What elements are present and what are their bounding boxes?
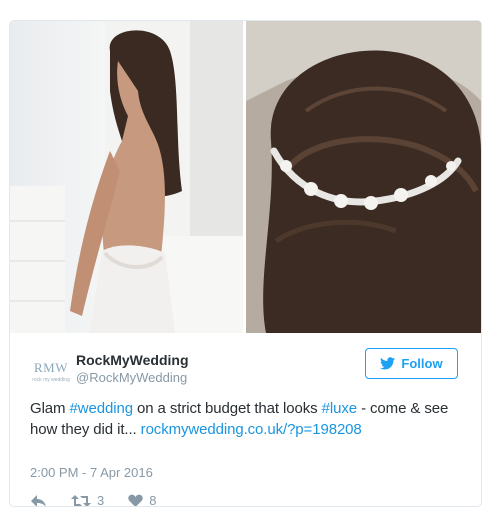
- tweet-text-part-1: Glam: [30, 400, 70, 417]
- tweet-card: RMW rock my wedding RockMyWedding @RockM…: [9, 20, 482, 507]
- hashtag-wedding-link[interactable]: #wedding: [70, 400, 134, 417]
- hashtag-luxe-link[interactable]: #luxe: [322, 400, 357, 417]
- avatar-logo-subtext: rock my wedding: [32, 376, 70, 383]
- retweet-icon: [71, 494, 91, 506]
- tweet-text-part-2: on a strict budget that looks: [132, 400, 322, 417]
- follow-button-label: Follow: [401, 356, 443, 371]
- retweet-button[interactable]: 3: [71, 493, 105, 507]
- bride-photo[interactable]: [10, 21, 243, 333]
- media-grid[interactable]: [10, 21, 481, 333]
- author-handle[interactable]: @RockMyWedding: [76, 369, 189, 387]
- avatar-logo-text: RMW: [34, 359, 68, 375]
- tweet-text: Glam #wedding on a strict budget that lo…: [30, 398, 470, 440]
- follow-button[interactable]: Follow: [365, 348, 458, 379]
- author-names[interactable]: RockMyWedding @RockMyWedding: [76, 351, 189, 387]
- reply-button[interactable]: [30, 494, 47, 506]
- author-avatar[interactable]: RMW rock my wedding: [30, 350, 72, 392]
- tweet-timestamp[interactable]: 2:00 PM - 7 Apr 2016: [30, 465, 153, 480]
- like-count: 8: [149, 493, 157, 507]
- heart-icon: [128, 494, 143, 506]
- bride-illustration: [10, 21, 243, 333]
- tweet-actions: 3 8: [30, 493, 180, 507]
- reply-icon: [31, 494, 46, 506]
- retweet-count: 3: [97, 493, 105, 507]
- hair-accessory-photo[interactable]: [246, 21, 481, 333]
- author-display-name[interactable]: RockMyWedding: [76, 351, 189, 369]
- twitter-bird-icon: [380, 357, 396, 370]
- like-button[interactable]: 8: [128, 493, 157, 507]
- hair-illustration: [246, 21, 481, 333]
- article-link[interactable]: rockmywedding.co.uk/?p=198208: [141, 421, 362, 438]
